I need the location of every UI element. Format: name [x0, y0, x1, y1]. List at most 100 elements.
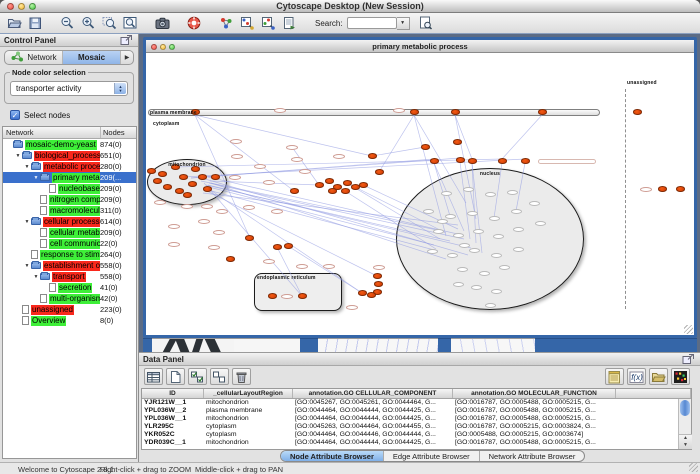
network-node-small[interactable]	[333, 154, 345, 159]
network-node-small[interactable]	[489, 216, 500, 221]
table-cell[interactable]: cytoplasm	[204, 423, 293, 431]
network-node-small[interactable]	[154, 200, 166, 205]
table-cell[interactable]: [GO:0016787, GO:0005488, GO:0005215, G..…	[453, 407, 616, 415]
table-cell[interactable]: mitochondrion	[204, 439, 293, 447]
network-node[interactable]	[451, 109, 460, 115]
table-row[interactable]: YLR295Ccytoplasm[GO:0045263, GO:0044464,…	[142, 423, 691, 431]
tree-row[interactable]: response to stimul264(0)	[3, 249, 136, 260]
tab-network-attribute-browser[interactable]: Network Attribute Browser	[480, 451, 585, 461]
network-node-small[interactable]	[457, 267, 468, 272]
search-dropdown-button[interactable]: ▼	[397, 17, 410, 30]
import-attributes-icon[interactable]	[649, 368, 668, 385]
table-row[interactable]: YKR052Ccytoplasm[GO:0044464, GO:0044446,…	[142, 431, 691, 439]
tab-network[interactable]: Network	[5, 51, 63, 64]
network-node-small[interactable]	[393, 108, 405, 113]
network-node-small[interactable]	[427, 249, 438, 254]
expander-icon[interactable]: ▼	[23, 219, 31, 225]
network-node[interactable]	[226, 256, 235, 262]
network-node[interactable]	[456, 157, 465, 163]
table-row[interactable]: YDR039C__1mitochondrion[GO:0044464, GO:0…	[142, 439, 691, 447]
network-node[interactable]	[325, 178, 334, 184]
background-window-thumbnail[interactable]	[152, 338, 234, 352]
delete-attribute-icon[interactable]	[232, 368, 251, 385]
table-cell[interactable]: [GO:0044464, GO:0044444, GO:0044425, G..…	[293, 439, 453, 447]
table-cell[interactable]: plasma membrane	[204, 407, 293, 415]
network-node[interactable]	[468, 158, 477, 164]
expander-icon[interactable]: ▼	[32, 274, 40, 280]
network-node-small[interactable]	[216, 209, 228, 214]
search-go-icon[interactable]	[418, 15, 434, 31]
network-node-small[interactable]	[181, 204, 193, 209]
tree-row[interactable]: nitrogen compo209(0)	[3, 194, 136, 205]
network-node[interactable]	[658, 186, 667, 192]
network-node[interactable]	[421, 144, 430, 150]
canvas-resize-grip[interactable]	[684, 325, 693, 334]
network-node-small[interactable]	[511, 209, 522, 214]
table-cell[interactable]: YLR295C	[142, 423, 204, 431]
network-node-small[interactable]	[281, 294, 293, 299]
tab-node-attribute-browser[interactable]: Node Attribute Browser	[281, 451, 384, 461]
attribute-editor-icon[interactable]	[605, 368, 624, 385]
tree-row[interactable]: ▼metabolic process280(0)	[3, 161, 136, 172]
zoom-in-icon[interactable]	[80, 15, 96, 31]
network-node-small[interactable]	[493, 234, 504, 239]
network-node[interactable]	[368, 153, 377, 159]
table-cell[interactable]: mitochondrion	[204, 415, 293, 423]
new-attribute-icon[interactable]	[166, 368, 185, 385]
table-cell[interactable]: [GO:0005488, GO:0005215, GO:0003674]	[453, 431, 616, 439]
float-panel-icon[interactable]	[681, 352, 696, 366]
network-view-titlebar[interactable]: primary metabolic process	[146, 40, 694, 53]
tab-mosaic[interactable]: Mosaic	[63, 51, 121, 64]
attribute-matrix-icon[interactable]	[671, 368, 690, 385]
tree-row[interactable]: ▼transport558(0)	[3, 271, 136, 282]
network-node-small[interactable]	[201, 204, 213, 209]
table-column-header[interactable]: annotation.GO MOLECULAR_FUNCTION	[453, 389, 616, 398]
snapshot-icon[interactable]	[154, 15, 170, 31]
tree-row[interactable]: multi-organism pro42(0)	[3, 293, 136, 304]
network-node[interactable]	[211, 174, 220, 180]
window-resize-grip[interactable]	[689, 463, 698, 472]
table-column-header[interactable]: _cellularLayoutRegion	[204, 389, 293, 398]
network-node-small[interactable]	[373, 265, 385, 270]
network-node[interactable]	[375, 169, 384, 175]
network-node-small[interactable]	[433, 229, 444, 234]
formula-builder-icon[interactable]: f(x)	[627, 368, 646, 385]
network-node-small[interactable]	[535, 221, 546, 226]
network-node-small[interactable]	[274, 108, 286, 113]
network-node[interactable]	[158, 171, 167, 177]
table-cell[interactable]: [GO:0016787, GO:0005488, GO:0005215, G..…	[453, 399, 616, 407]
network-node-small[interactable]	[513, 247, 524, 252]
network-node-small[interactable]	[437, 219, 448, 224]
tab-edge-attribute-browser[interactable]: Edge Attribute Browser	[384, 451, 480, 461]
network-node[interactable]	[538, 109, 547, 115]
network-node-small[interactable]	[447, 253, 458, 258]
zoom-fit-icon[interactable]	[122, 15, 138, 31]
network-node[interactable]	[498, 158, 507, 164]
layout-icon[interactable]	[218, 15, 234, 31]
table-cell[interactable]: YDR039C__1	[142, 439, 204, 447]
table-row[interactable]: YPL036W__2plasma membrane[GO:0044464, GO…	[142, 407, 691, 415]
vizmapper-icon[interactable]	[239, 15, 255, 31]
background-window-thumbnail[interactable]	[451, 338, 535, 352]
annotation-icon[interactable]	[260, 15, 276, 31]
expander-icon[interactable]: ▼	[23, 164, 31, 170]
network-node[interactable]	[521, 158, 530, 164]
table-cell[interactable]: [GO:0045263, GO:0044464, GO:0044455, G..…	[293, 423, 453, 431]
table-cell[interactable]: [GO:0044464, GO:0044444, GO:0044425, G..…	[293, 407, 453, 415]
search-input[interactable]	[347, 17, 397, 29]
network-node-small[interactable]	[453, 233, 464, 238]
network-node-small[interactable]	[263, 180, 275, 185]
table-cell[interactable]: YKR052C	[142, 431, 204, 439]
network-node-small[interactable]	[441, 191, 452, 196]
float-panel-icon[interactable]	[119, 33, 134, 47]
network-node[interactable]	[374, 281, 383, 287]
network-node-small[interactable]	[467, 211, 478, 216]
network-node-small[interactable]	[491, 289, 502, 294]
close-icon[interactable]	[151, 44, 157, 50]
network-node-small[interactable]	[296, 264, 308, 269]
network-node-small[interactable]	[208, 245, 220, 250]
attribute-table-icon[interactable]	[144, 368, 163, 385]
network-node-small[interactable]	[499, 265, 510, 270]
table-cell[interactable]: [GO:0016787, GO:0005215, GO:0003824, G..…	[453, 423, 616, 431]
network-node-small[interactable]	[529, 201, 540, 206]
